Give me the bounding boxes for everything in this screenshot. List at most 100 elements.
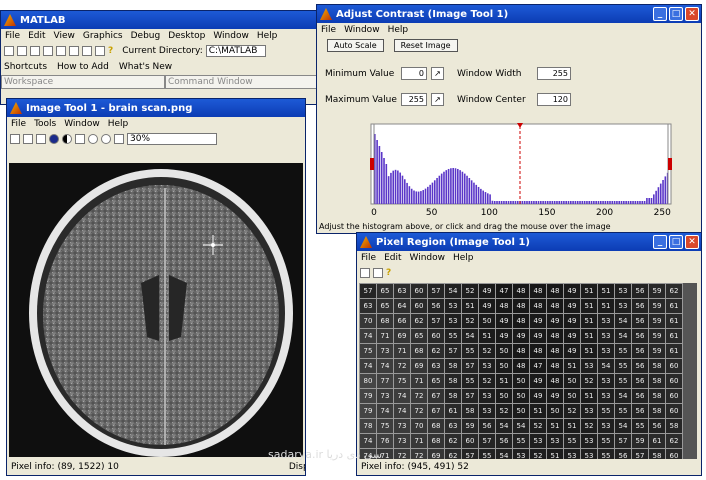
window-center-row: Window Center 120 [457,93,571,106]
zoom-select[interactable]: 30% [127,133,217,145]
menu-window[interactable]: Window [213,31,249,41]
pixel-cell: 48 [546,343,564,359]
maximize-button[interactable]: □ [669,7,683,21]
minimize-button[interactable]: _ [653,235,667,249]
new-file-icon[interactable] [4,46,14,56]
pixel-cell: 63 [427,358,445,374]
close-button[interactable]: ✕ [685,235,699,249]
undo-icon[interactable] [69,46,79,56]
reset-image-button[interactable]: Reset Image [393,39,458,52]
pixel-cell: 53 [597,343,615,359]
max-value-field[interactable]: 255 [401,93,427,106]
pixel-cell: 53 [597,388,615,404]
menu-file[interactable]: File [5,31,20,41]
min-handle[interactable] [370,158,374,170]
menu-view[interactable]: View [54,31,75,41]
image-viewport[interactable] [9,163,303,457]
simulink-icon[interactable] [82,46,92,56]
pixel-cell: 70 [359,313,377,329]
pixel-cell: 49 [563,328,581,344]
menu-file[interactable]: File [321,25,336,35]
zoom-out-icon[interactable] [101,134,111,144]
menu-window[interactable]: Window [410,253,446,263]
contrast-icon[interactable] [62,134,72,144]
max-eyedropper-icon[interactable]: ↗ [431,93,444,106]
pan-icon[interactable] [114,134,124,144]
histogram-plot[interactable]: 0 50 100 150 200 250 [321,122,699,218]
maximize-button[interactable]: □ [669,235,683,249]
histogram-bar [468,177,471,204]
cut-icon[interactable] [30,46,40,56]
menu-edit[interactable]: Edit [384,253,401,263]
workspace-tab[interactable]: Workspace [1,75,165,89]
histogram-bar [634,201,637,204]
zoom-in-icon[interactable] [88,134,98,144]
contrast-titlebar[interactable]: Adjust Contrast (Image Tool 1) _ □ ✕ [317,5,701,23]
pixel-region-titlebar[interactable]: Pixel Region (Image Tool 1) _ □ ✕ [357,233,701,251]
brain-scan-image[interactable] [9,163,303,457]
pixel-cell: 57 [427,313,445,329]
auto-scale-button[interactable]: Auto Scale [327,39,384,52]
min-value-field[interactable]: 0 [401,67,427,80]
shortcuts-label[interactable]: Shortcuts [4,62,47,72]
menu-graphics[interactable]: Graphics [83,31,123,41]
pixel-region-menubar: File Edit Window Help [357,251,701,265]
histogram-bar [466,175,468,204]
histogram-bar [480,188,482,204]
menu-tools[interactable]: Tools [34,119,56,129]
pixel-cell: 54 [614,388,632,404]
pixel-cell: 50 [546,403,564,419]
pixel-cell: 80 [359,373,377,389]
new-icon[interactable] [10,134,20,144]
crop-icon[interactable] [75,134,85,144]
contrast-menubar: File Window Help [317,23,701,37]
menu-desktop[interactable]: Desktop [168,31,205,41]
histogram-bar [618,201,621,204]
menu-help[interactable]: Help [108,119,129,129]
pixel-value-grid[interactable]: 57 65 63 60 57 54 52 49 47 48 48 48 49 51 51 53 56 59 62 63… [359,283,697,459]
window-width-field[interactable]: 255 [537,67,571,80]
pixel-cell: 74 [376,403,394,419]
histogram-bar [629,201,632,204]
pixel-cell: 52 [563,403,581,419]
pixel-region-tool-icon[interactable] [373,268,383,278]
minimize-button[interactable]: _ [653,7,667,21]
copy-icon[interactable] [43,46,53,56]
pixel-cell: 57 [478,433,496,449]
menu-help[interactable]: Help [388,25,409,35]
max-handle[interactable] [668,158,672,170]
pixel-info-tool-icon[interactable] [360,268,370,278]
histogram-ticks: 0 50 100 150 200 250 [371,208,671,218]
menu-help[interactable]: Help [257,31,278,41]
pixel-cell: 52 [580,418,598,434]
min-eyedropper-icon[interactable]: ↗ [431,67,444,80]
how-to-add-link[interactable]: How to Add [57,62,109,72]
menu-window[interactable]: Window [64,119,100,129]
menu-debug[interactable]: Debug [131,31,161,41]
info-icon[interactable] [49,134,59,144]
help-icon[interactable]: ? [108,46,113,56]
menu-help[interactable]: Help [453,253,474,263]
pixel-region-icon[interactable] [36,134,46,144]
command-window-tab[interactable]: Command Window [165,75,329,89]
menu-file[interactable]: File [361,253,376,263]
histogram-bar [567,201,570,204]
guide-icon[interactable] [95,46,105,56]
histogram-bar [616,201,618,204]
matlab-titlebar[interactable]: MATLAB [1,11,329,29]
print-icon[interactable] [23,134,33,144]
menu-edit[interactable]: Edit [28,31,45,41]
menu-file[interactable]: File [11,119,26,129]
close-button[interactable]: ✕ [685,7,699,21]
menu-window[interactable]: Window [344,25,380,35]
current-directory-field[interactable]: C:\MATLAB [205,45,266,57]
pixel-cell: 72 [393,448,411,459]
image-tool-titlebar[interactable]: Image Tool 1 - brain scan.png [7,99,305,117]
whats-new-link[interactable]: What's New [119,62,172,72]
open-file-icon[interactable] [17,46,27,56]
paste-icon[interactable] [56,46,66,56]
pixel-cell: 71 [410,433,428,449]
histogram-bar [406,182,408,204]
help-icon[interactable]: ? [386,268,391,278]
window-center-field[interactable]: 120 [537,93,571,106]
